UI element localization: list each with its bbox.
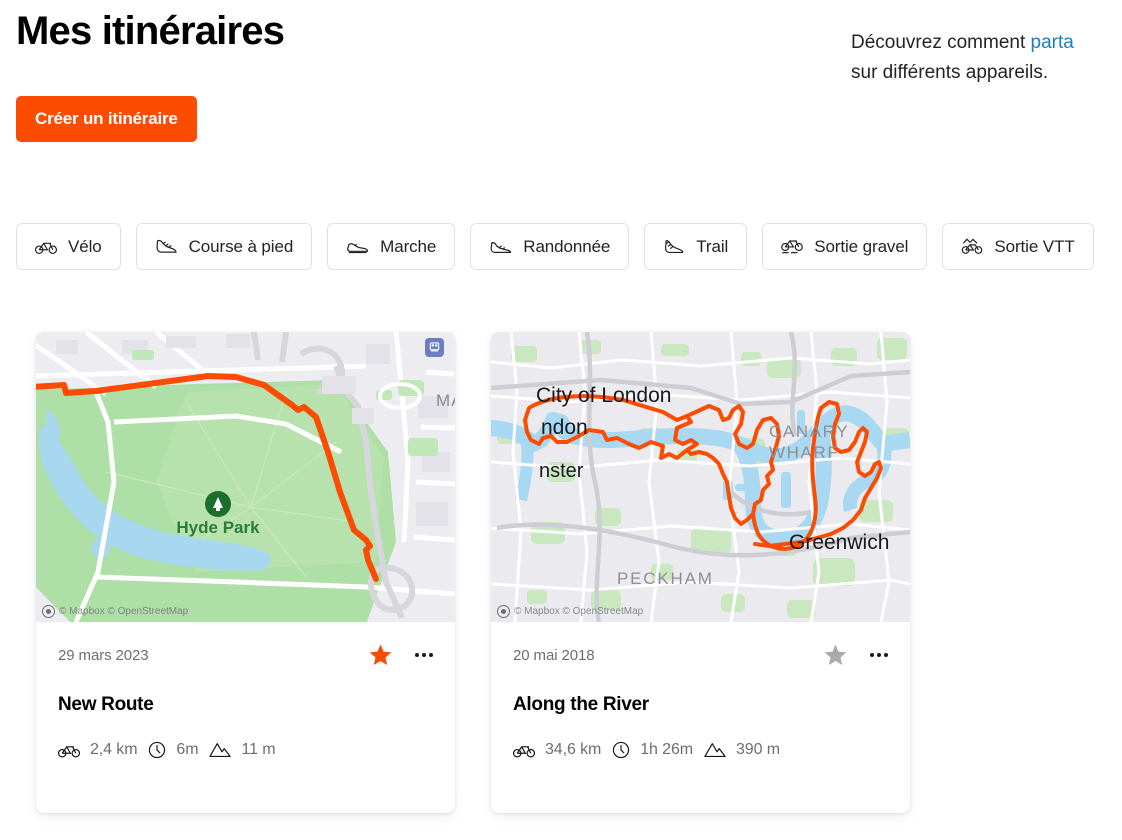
svg-text:Greenwich: Greenwich [789, 531, 889, 554]
route-elevation-value: 390 m [736, 741, 780, 759]
filter-chip-label: Sortie VTT [994, 237, 1074, 257]
route-title[interactable]: Along the River [513, 694, 888, 716]
create-route-button[interactable]: Créer un itinéraire [16, 96, 197, 142]
filter-chip-randonnee[interactable]: Randonnée [470, 223, 629, 270]
filter-chip-marche[interactable]: Marche [327, 223, 455, 270]
dot-icon [429, 653, 433, 657]
route-date: 29 mars 2023 [58, 647, 149, 664]
star-icon [824, 644, 847, 666]
map-attribution: © Mapbox © OpenStreetMap [42, 605, 188, 618]
more-options-button[interactable] [415, 653, 433, 657]
routes-grid: Hyde Park MAY © Mapbox © OpenStreetMap [36, 332, 910, 813]
route-card-meta: 20 mai 2018 [513, 643, 888, 667]
thames-map: ndon nster City of London CANARY WHARF G… [491, 332, 910, 622]
svg-text:Hyde Park: Hyde Park [176, 518, 260, 537]
promo-share-link[interactable]: parta [1031, 32, 1074, 53]
route-card-actions [369, 644, 433, 666]
route-duration-value: 6m [176, 741, 198, 759]
route-distance-stat: 34,6 km [513, 741, 601, 759]
walking-shoe-icon [346, 239, 369, 255]
svg-text:ndon: ndon [541, 416, 588, 439]
route-date: 20 mai 2018 [513, 647, 594, 664]
filter-chip-label: Vélo [68, 237, 102, 257]
route-card-body: 20 mai 2018 Alon [491, 622, 910, 813]
promo-text: Découvrez comment parta sur différents a… [851, 28, 1122, 88]
filter-chip-label: Sortie gravel [814, 237, 908, 257]
svg-text:MAY: MAY [436, 391, 455, 410]
map-attribution-text: © Mapbox © OpenStreetMap [59, 606, 188, 617]
filter-chip-label: Marche [380, 237, 436, 257]
mountain-bike-icon [961, 238, 983, 255]
dot-icon [422, 653, 426, 657]
route-elevation-value: 11 m [241, 741, 275, 759]
route-card-actions [824, 644, 888, 666]
filter-chip-velo[interactable]: Vélo [16, 223, 121, 270]
running-shoe-icon [155, 238, 178, 255]
dot-icon [870, 653, 874, 657]
route-distance-value: 34,6 km [545, 741, 601, 759]
route-stats: 2,4 km 6m [58, 741, 433, 759]
route-card[interactable]: ndon nster City of London CANARY WHARF G… [491, 332, 910, 813]
more-options-button[interactable] [870, 653, 888, 657]
hyde-park-map: Hyde Park MAY [36, 332, 455, 622]
filter-chip-label: Trail [696, 237, 728, 257]
svg-text:CANARY: CANARY [769, 422, 849, 441]
filter-chip-trail[interactable]: Trail [644, 223, 747, 270]
filter-chip-course-a-pied[interactable]: Course à pied [136, 223, 313, 270]
route-duration-value: 1h 26m [640, 741, 693, 759]
filter-chip-sortie-vtt[interactable]: Sortie VTT [942, 223, 1093, 270]
mountain-icon [704, 742, 726, 758]
clock-icon [148, 741, 166, 759]
star-button[interactable] [369, 644, 392, 666]
transit-station-icon [425, 338, 444, 357]
dot-icon [415, 653, 419, 657]
svg-text:City of London: City of London [536, 384, 671, 407]
route-card-meta: 29 mars 2023 [58, 643, 433, 667]
trail-shoe-icon [663, 238, 685, 255]
gravel-bike-icon [781, 238, 803, 255]
route-map-thumbnail[interactable]: Hyde Park MAY © Mapbox © OpenStreetMap [36, 332, 455, 622]
hiking-boot-icon [489, 239, 512, 255]
bike-icon [513, 743, 535, 758]
filter-chip-sortie-gravel[interactable]: Sortie gravel [762, 223, 927, 270]
filter-chip-label: Course à pied [189, 237, 294, 257]
bike-icon [58, 743, 80, 758]
dot-icon [884, 653, 888, 657]
route-card[interactable]: Hyde Park MAY © Mapbox © OpenStreetMap [36, 332, 455, 813]
bike-icon [35, 239, 57, 255]
svg-text:PECKHAM: PECKHAM [617, 569, 714, 588]
promo-text-line2: sur différents appareils. [851, 58, 1122, 88]
map-attribution: © Mapbox © OpenStreetMap [497, 605, 643, 618]
mapbox-logo-icon [497, 605, 510, 618]
route-elevation-stat: 390 m [704, 741, 780, 759]
svg-text:WHARF: WHARF [769, 443, 839, 462]
route-stats: 34,6 km 1h 26m [513, 741, 888, 759]
route-elevation-stat: 11 m [209, 741, 275, 759]
route-distance-stat: 2,4 km [58, 741, 137, 759]
svg-text:nster: nster [539, 460, 584, 482]
dot-icon [877, 653, 881, 657]
filter-chip-label: Randonnée [523, 237, 610, 257]
mapbox-logo-icon [42, 605, 55, 618]
clock-icon [612, 741, 630, 759]
activity-filter-chips: Vélo Course à pied Marche [16, 223, 1094, 270]
route-map-thumbnail[interactable]: ndon nster City of London CANARY WHARF G… [491, 332, 910, 622]
route-distance-value: 2,4 km [90, 741, 137, 759]
route-card-body: 29 mars 2023 New [36, 622, 455, 813]
route-title[interactable]: New Route [58, 694, 433, 716]
route-duration-stat: 1h 26m [612, 741, 693, 759]
route-duration-stat: 6m [148, 741, 198, 759]
promo-text-prefix: Découvrez comment [851, 32, 1031, 53]
mountain-icon [209, 742, 231, 758]
my-routes-page: Mes itinéraires Créer un itinéraire Déco… [0, 0, 1122, 840]
star-icon [369, 644, 392, 666]
star-button[interactable] [824, 644, 847, 666]
map-attribution-text: © Mapbox © OpenStreetMap [514, 606, 643, 617]
page-title: Mes itinéraires [16, 6, 284, 56]
